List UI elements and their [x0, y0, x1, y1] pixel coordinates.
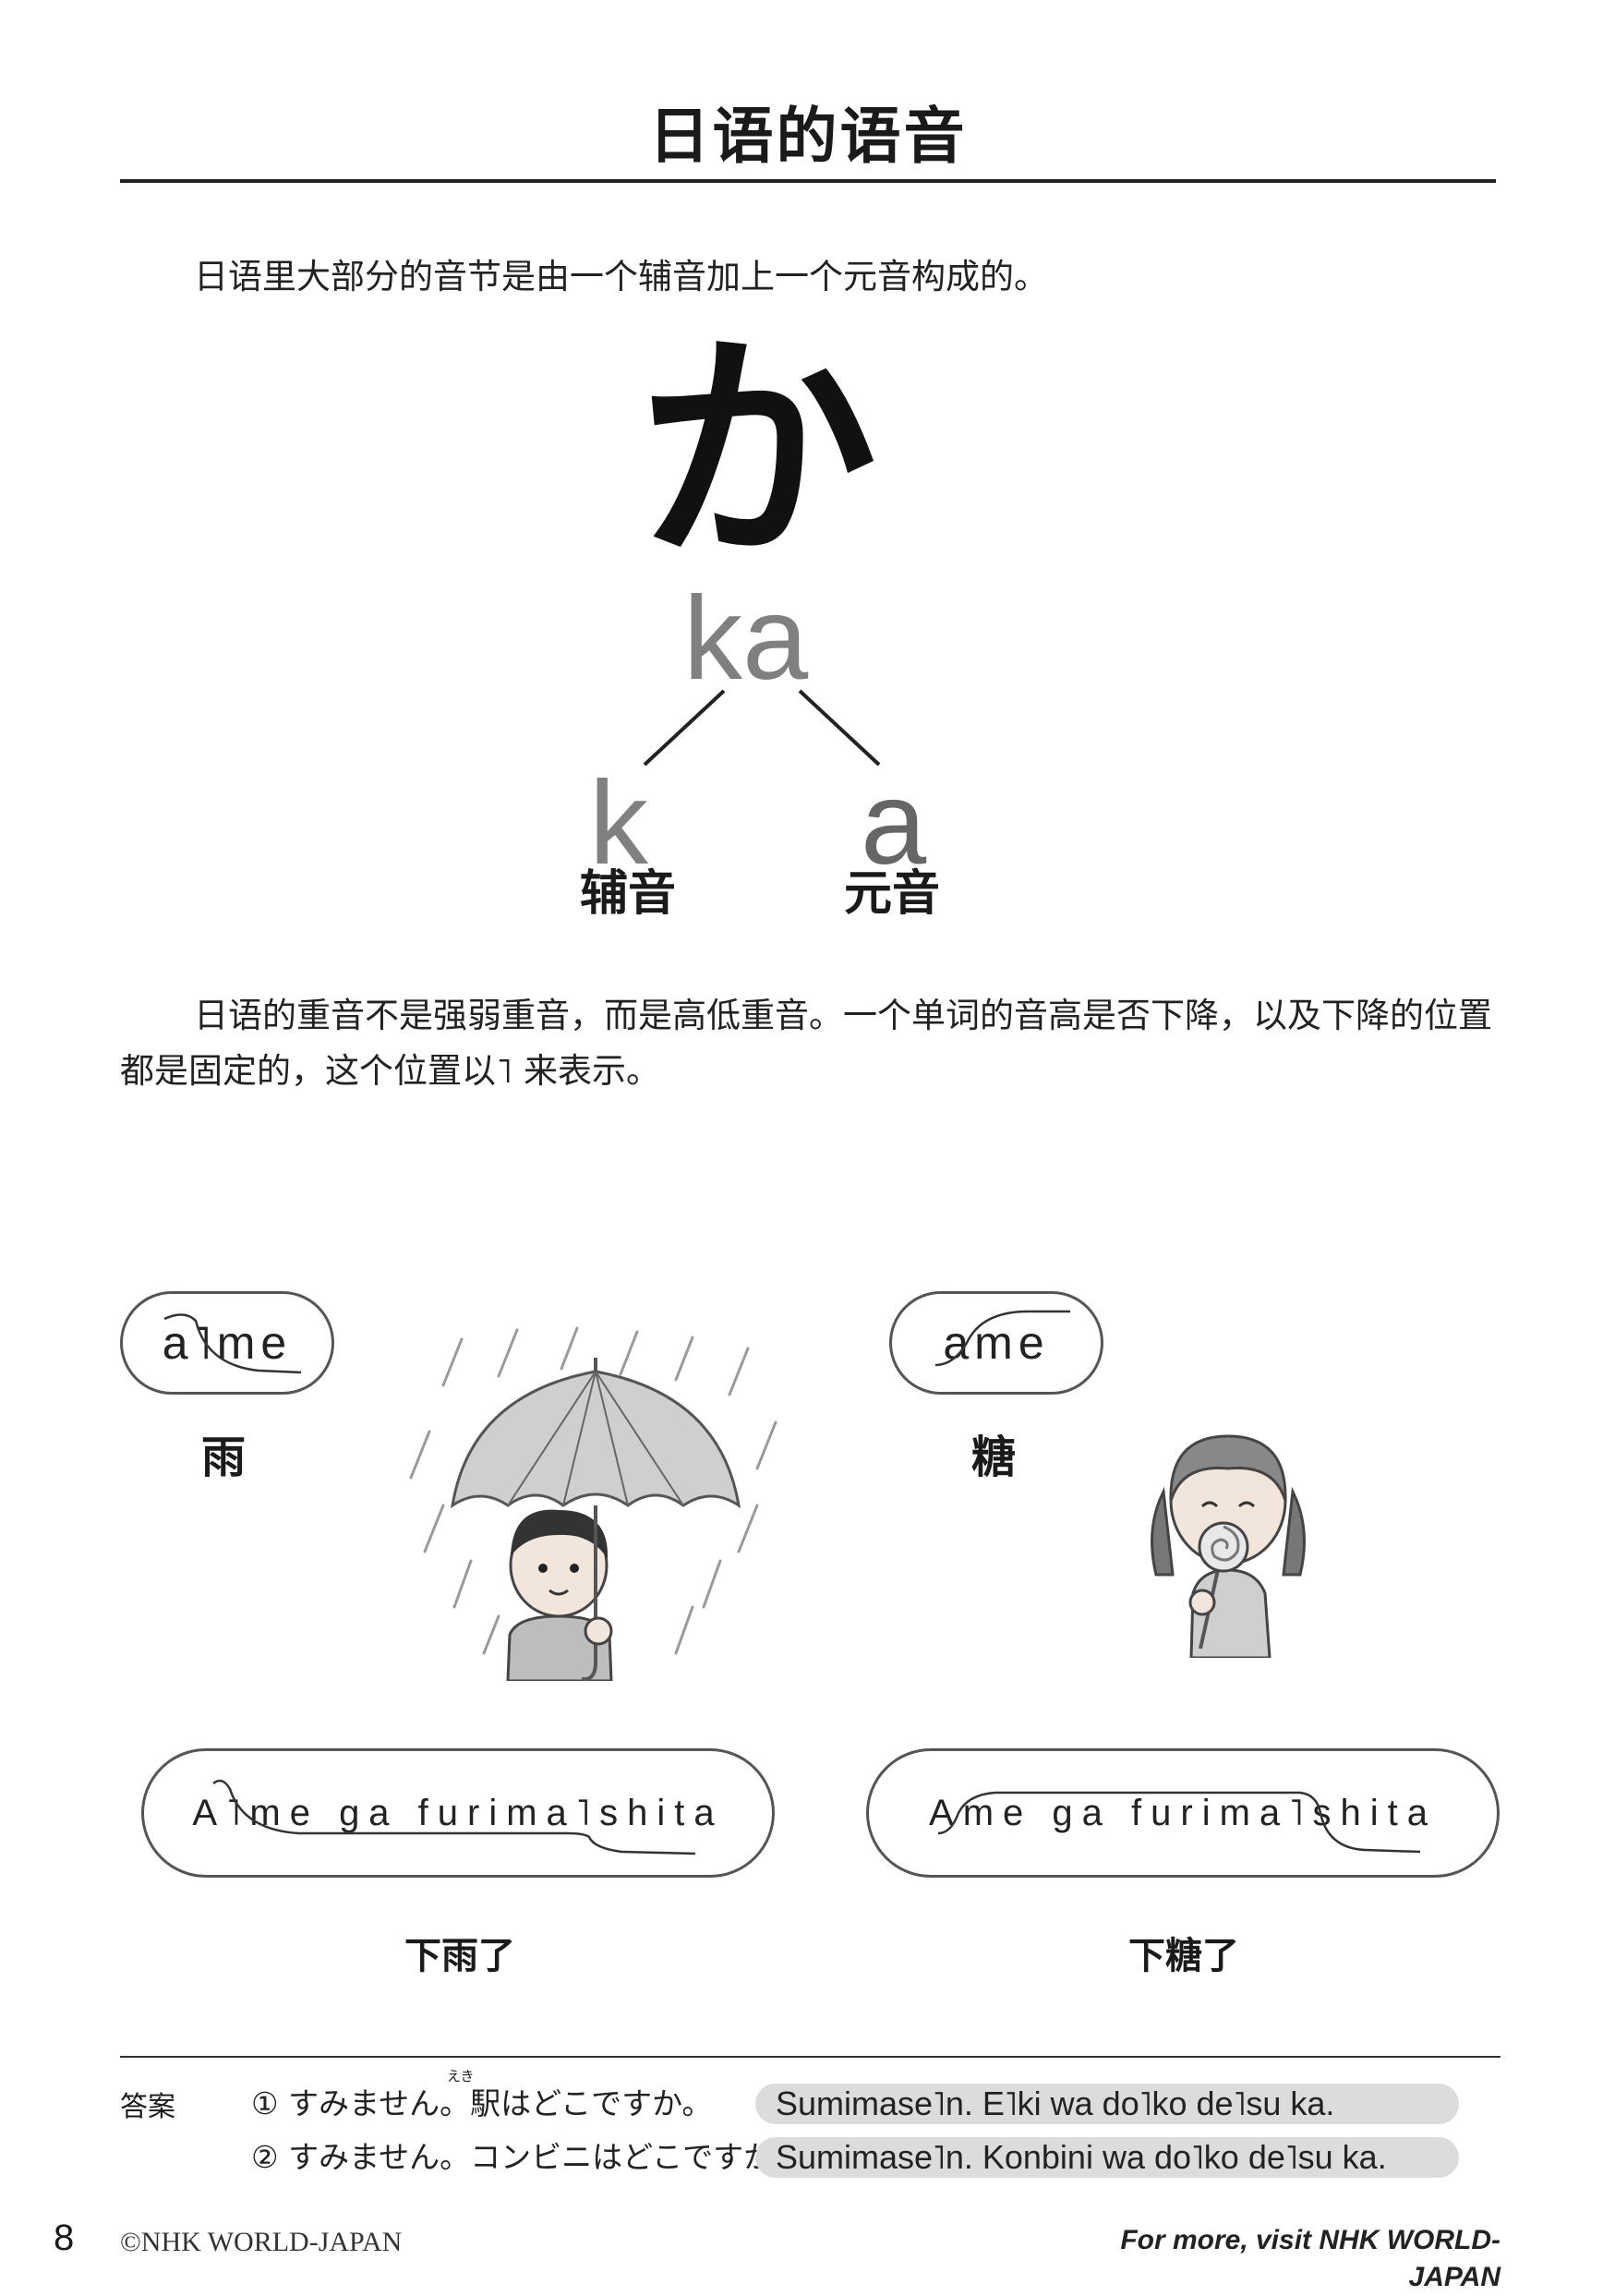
consonant-label: 辅音: [580, 866, 677, 922]
answer-2-romaji: Sumimase˥n. Konbini wa do˥ko de˥su ka.: [755, 2137, 1459, 2178]
title-divider: [120, 179, 1496, 183]
pitch-contour-candy: [934, 1310, 1070, 1367]
page-title: 日语的语音: [648, 101, 968, 172]
boy-umbrella-illustration: [409, 1326, 777, 1681]
page-number: 8: [54, 2217, 75, 2258]
answers-label: 答案: [120, 2091, 175, 2123]
answer-1-japanese: ① すみません。駅はどこですか。: [251, 2085, 713, 2121]
word-meaning-rain: 雨: [201, 1432, 247, 1483]
diagram-kana: か: [637, 313, 877, 592]
sentence-pitch-contour-candy: [937, 1791, 1421, 1854]
sentence-pitch-contour-rain: [212, 1779, 696, 1855]
girl-lollipop-illustration: [1151, 1434, 1306, 1658]
sentence-meaning-rain: 下雨了: [404, 1935, 515, 1977]
sentence-meaning-candy: 下糖了: [1128, 1935, 1239, 1977]
answer-2-japanese: ② すみません。コンビニはどこですか。: [251, 2139, 804, 2175]
word-meaning-candy: 糖: [971, 1432, 1017, 1483]
pitch-contour-rain: [163, 1313, 302, 1374]
answer-1-romaji: Sumimase˥n. E˥ki wa do˥ko de˥su ka.: [755, 2084, 1459, 2124]
copyright: ©NHK WORLD-JAPAN: [120, 2227, 403, 2257]
answers-divider: [120, 2056, 1501, 2058]
answer-1-furigana: えき: [447, 2068, 475, 2085]
footer-link-text: For more, visit NHK WORLD-JAPAN: [1120, 2225, 1501, 2292]
vowel-label: 元音: [844, 866, 941, 922]
intro-paragraph: 日语里大部分的音节是由一个辅音加上一个元音构成的。: [194, 257, 1048, 296]
accent-paragraph: 日语的重音不是强弱重音，而是高低重音。一个单词的音高是否下降，以及下降的位置都是…: [120, 996, 1492, 1091]
